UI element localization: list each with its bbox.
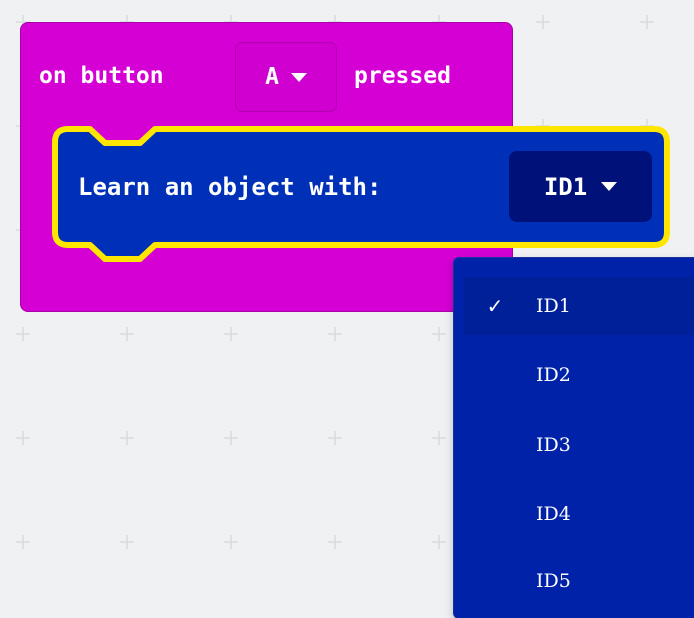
checkmark-icon: ✓ [486, 294, 504, 318]
blocks-workspace[interactable]: on button A pressed Learn an object with… [0, 0, 694, 618]
id-dropdown-menu: ✓ ID1 ID2 ID3 ID4 ID5 [454, 258, 694, 618]
menu-item-label: ID3 [536, 434, 571, 456]
id-select-dropdown[interactable]: ID1 [509, 151, 652, 222]
dropdown-arrow-icon [601, 182, 618, 191]
menu-item-label: ID2 [536, 364, 571, 386]
menu-item-id4[interactable]: ID4 [464, 485, 694, 543]
id-select-value: ID1 [543, 172, 588, 201]
menu-item-id3[interactable]: ID3 [464, 416, 694, 474]
menu-item-id5[interactable]: ID5 [464, 552, 694, 610]
menu-item-label: ID4 [536, 503, 571, 525]
menu-item-id1[interactable]: ✓ ID1 [464, 277, 694, 335]
menu-item-label: ID1 [536, 295, 571, 317]
menu-item-label: ID5 [536, 570, 571, 592]
menu-item-id2[interactable]: ID2 [464, 346, 694, 404]
learn-object-label: Learn an object with: [78, 173, 382, 201]
